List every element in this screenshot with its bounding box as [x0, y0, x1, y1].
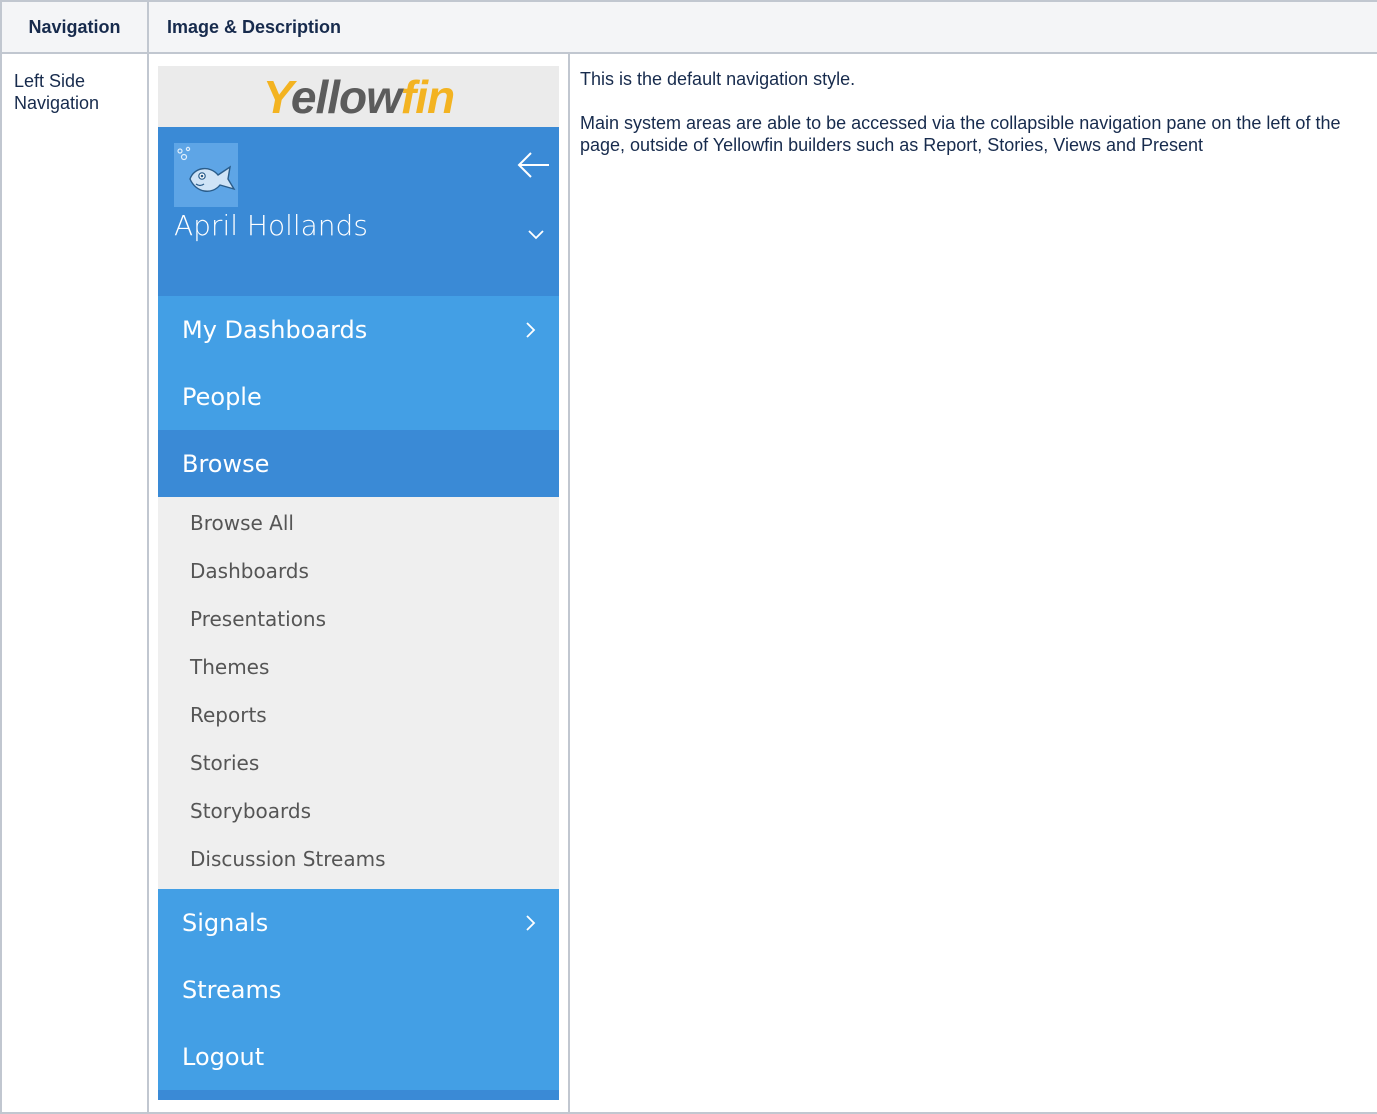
menu-item-label: My Dashboards — [182, 315, 368, 344]
user-section: April Hollands — [158, 127, 559, 296]
submenu-item-stories[interactable]: Stories — [158, 739, 559, 787]
menu-item-label: Streams — [182, 975, 282, 1004]
avatar[interactable] — [174, 143, 238, 207]
fish-avatar-icon — [174, 143, 238, 207]
navigation-options-table: Navigation Image & Description Left Side… — [0, 0, 1377, 1114]
submenu-item-themes[interactable]: Themes — [158, 643, 559, 691]
logo-y: Y — [262, 70, 292, 123]
submenu-item-storyboards[interactable]: Storyboards — [158, 787, 559, 835]
submenu-item-discussion-streams[interactable]: Discussion Streams — [158, 835, 559, 883]
header-navigation: Navigation — [0, 0, 149, 54]
chevron-right-icon — [526, 914, 536, 931]
menu-item-browse[interactable]: Browse — [158, 430, 559, 497]
user-name[interactable]: April Hollands — [174, 212, 368, 240]
yellowfin-nav-screenshot: Yellowfin April Hollands My Dashboards P… — [158, 66, 559, 1100]
logo-fin: fin — [400, 70, 455, 123]
menu-item-my-dashboards[interactable]: My Dashboards — [158, 296, 559, 363]
menu-item-label: Browse — [182, 449, 270, 478]
menu-item-signals[interactable]: Signals — [158, 889, 559, 956]
description-detail: Main system areas are able to be accesse… — [580, 113, 1341, 155]
browse-submenu: Browse All Dashboards Presentations Them… — [158, 497, 559, 889]
description-cell: This is the default navigation style. Ma… — [567, 52, 1377, 1114]
menu-item-people[interactable]: People — [158, 363, 559, 430]
yellowfin-logo: Yellowfin — [262, 70, 455, 123]
image-cell: Yellowfin April Hollands My Dashboards P… — [147, 52, 570, 1114]
menu-item-logout[interactable]: Logout — [158, 1023, 559, 1090]
logo-ellow: ellow — [290, 70, 402, 123]
description-intro: This is the default navigation style. — [580, 69, 856, 89]
menu-item-label: People — [182, 382, 262, 411]
menu-item-streams[interactable]: Streams — [158, 956, 559, 1023]
back-arrow-icon[interactable] — [515, 147, 551, 183]
logo-bar: Yellowfin — [158, 66, 559, 127]
menu-item-label: Logout — [182, 1042, 265, 1071]
nav-style-label: Left Side Navigation — [14, 71, 100, 113]
chevron-right-icon — [526, 321, 536, 338]
submenu-item-dashboards[interactable]: Dashboards — [158, 547, 559, 595]
chevron-down-icon[interactable] — [525, 223, 547, 245]
submenu-item-browse-all[interactable]: Browse All — [158, 499, 559, 547]
header-image-description: Image & Description — [146, 0, 1377, 54]
nav-footer — [158, 1090, 559, 1100]
menu-item-label: Signals — [182, 908, 269, 937]
nav-style-cell: Left Side Navigation — [0, 52, 149, 1114]
submenu-item-presentations[interactable]: Presentations — [158, 595, 559, 643]
submenu-item-reports[interactable]: Reports — [158, 691, 559, 739]
